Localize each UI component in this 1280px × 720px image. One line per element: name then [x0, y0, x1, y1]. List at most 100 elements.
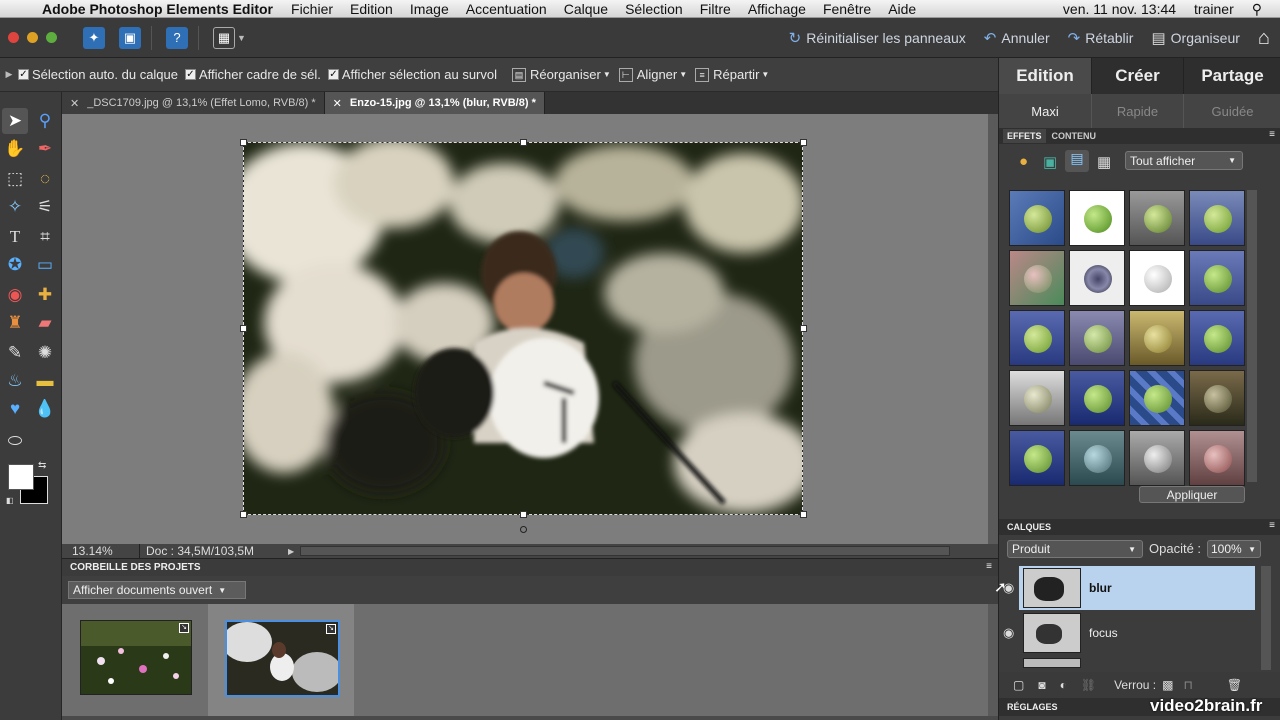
new-file-icon[interactable]: ✦: [83, 26, 105, 49]
adjustment-layer-icon[interactable]: ◙: [1038, 678, 1045, 692]
reset-panels-button[interactable]: ↻ Réinitialiser les panneaux: [789, 29, 966, 47]
effects-scrollbar[interactable]: [1247, 190, 1257, 482]
effect-thumbnail[interactable]: [1129, 250, 1185, 306]
menu-aide[interactable]: Aide: [888, 1, 916, 17]
effects-filter-dropdown[interactable]: Tout afficher ▼: [1125, 151, 1243, 170]
red-eye-tool-icon[interactable]: ◉: [2, 282, 28, 308]
layer-row-focus[interactable]: focus: [1019, 611, 1255, 655]
layout-icon[interactable]: ▦: [213, 26, 235, 49]
transform-handle[interactable]: [800, 325, 807, 332]
undo-button[interactable]: ↶ Annuler: [984, 29, 1050, 47]
sponge-tool-icon[interactable]: ⬭: [2, 428, 28, 454]
subtab-guidee[interactable]: Guidée: [1183, 94, 1280, 128]
tab-partage[interactable]: Partage: [1183, 58, 1280, 94]
effect-thumbnail[interactable]: [1069, 310, 1125, 366]
rotate-handle[interactable]: [520, 526, 527, 533]
zoom-tool-icon[interactable]: ⚲: [32, 108, 58, 134]
expand-icon[interactable]: ↘: [326, 624, 336, 634]
transform-handle[interactable]: [520, 139, 527, 146]
transform-handle[interactable]: [240, 139, 247, 146]
transform-handle[interactable]: [800, 511, 807, 518]
tab-edition[interactable]: Edition: [999, 58, 1091, 94]
lock-transparency-icon[interactable]: ▩: [1162, 678, 1173, 692]
photo-effects-icon[interactable]: ▤: [1065, 150, 1089, 172]
shape-tool-icon[interactable]: ♥: [2, 396, 28, 422]
move-tool-icon[interactable]: ➤: [2, 108, 28, 134]
close-icon[interactable]: ✕: [333, 97, 342, 110]
project-thumbnail-selected[interactable]: ↘: [225, 620, 340, 697]
apply-effect-button[interactable]: Appliquer: [1139, 486, 1245, 503]
layer-styles-icon[interactable]: ▣: [1043, 153, 1057, 171]
subtab-rapide[interactable]: Rapide: [1091, 94, 1183, 128]
effect-thumbnail[interactable]: [1069, 430, 1125, 486]
effect-thumbnail[interactable]: [1009, 250, 1065, 306]
type-tool-icon[interactable]: T: [2, 224, 28, 250]
organizer-button[interactable]: ▤ Organiseur: [1151, 29, 1239, 47]
transform-handle[interactable]: [240, 325, 247, 332]
effect-thumbnail[interactable]: [1069, 250, 1125, 306]
effect-thumbnail[interactable]: [1129, 370, 1185, 426]
canvas-horizontal-scrollbar[interactable]: [300, 546, 950, 556]
menu-fenetre[interactable]: Fenêtre: [823, 1, 871, 17]
tab-contenu[interactable]: CONTENU: [1052, 131, 1097, 141]
help-icon[interactable]: ?: [166, 26, 188, 49]
crop-tool-icon[interactable]: ⌗: [32, 224, 58, 250]
layer-thumbnail[interactable]: [1023, 658, 1081, 668]
opacity-field[interactable]: 100% ▼: [1207, 540, 1261, 558]
tab-creer[interactable]: Créer: [1091, 58, 1183, 94]
link-icon[interactable]: ⛓: [1081, 678, 1096, 692]
panel-menu-icon[interactable]: ≡: [1269, 129, 1275, 140]
effect-thumbnail[interactable]: [1129, 310, 1185, 366]
tab-enzo-15[interactable]: ✕ Enzo-15.jpg @ 13,1% (blur, RVB/8) *: [324, 92, 545, 114]
effect-thumbnail[interactable]: [1189, 190, 1245, 246]
foreground-color-swatch-top[interactable]: [8, 464, 34, 490]
tab-effets[interactable]: EFFETS: [1003, 129, 1046, 143]
panel-menu-icon[interactable]: ≡: [1269, 520, 1275, 531]
tab-dsc1709[interactable]: ✕ _DSC1709.jpg @ 13,1% (Effet Lomo, RVB/8…: [62, 92, 325, 114]
quick-selection-tool-icon[interactable]: ⚟: [32, 194, 58, 220]
eye-icon[interactable]: ◉: [1003, 625, 1014, 641]
effect-thumbnail[interactable]: [1009, 370, 1065, 426]
arrange-dropdown[interactable]: ▤ Réorganiser ▼: [512, 67, 611, 82]
window-zoom-button[interactable]: [46, 32, 57, 43]
canvas-vertical-scrollbar[interactable]: [988, 114, 998, 544]
show-highlight-checkbox[interactable]: ✓ Afficher sélection au survol: [327, 67, 497, 82]
lock-icon[interactable]: ⊓: [1183, 678, 1192, 692]
distribute-dropdown[interactable]: ≡ Répartir ▼: [695, 67, 769, 82]
app-name[interactable]: Adobe Photoshop Elements Editor: [42, 1, 273, 17]
clone-stamp-tool-icon[interactable]: ♜: [2, 310, 28, 336]
straighten-tool-icon[interactable]: ▭: [32, 252, 58, 278]
menu-edition[interactable]: Edition: [350, 1, 393, 17]
brush-tool-icon[interactable]: ✎: [2, 340, 28, 366]
effect-thumbnail[interactable]: [1189, 430, 1245, 486]
show-bounding-box-checkbox[interactable]: ✓ Afficher cadre de sél.: [185, 67, 321, 82]
swap-colors-icon[interactable]: ⇆: [38, 460, 46, 471]
effect-thumbnail[interactable]: [1009, 310, 1065, 366]
effect-thumbnail[interactable]: [1009, 430, 1065, 486]
healing-brush-tool-icon[interactable]: ✚: [32, 282, 58, 308]
menu-selection[interactable]: Sélection: [625, 1, 683, 17]
menu-filtre[interactable]: Filtre: [700, 1, 731, 17]
effect-thumbnail[interactable]: [1069, 370, 1125, 426]
zoom-readout[interactable]: 13.14%: [62, 544, 140, 558]
effect-thumbnail[interactable]: [1189, 250, 1245, 306]
effect-thumbnail[interactable]: [1129, 190, 1185, 246]
transform-handle[interactable]: [800, 139, 807, 146]
eyedropper-tool-icon[interactable]: ✒: [32, 136, 58, 162]
subtab-maxi[interactable]: Maxi: [999, 94, 1091, 128]
options-menu-icon[interactable]: ▶: [0, 69, 18, 80]
blur-tool-icon[interactable]: 💧: [32, 396, 58, 422]
menu-accentuation[interactable]: Accentuation: [466, 1, 547, 17]
menu-image[interactable]: Image: [410, 1, 449, 17]
project-bin-scrollbar[interactable]: [988, 604, 998, 716]
align-dropdown[interactable]: ⊢ Aligner ▼: [618, 67, 687, 82]
show-all-icon[interactable]: ▦: [1097, 153, 1111, 171]
cookie-cutter-tool-icon[interactable]: ✪: [2, 252, 28, 278]
transform-handle[interactable]: [240, 511, 247, 518]
marquee-tool-icon[interactable]: ⬚: [2, 166, 28, 192]
lasso-tool-icon[interactable]: ◌: [32, 166, 58, 192]
document-image[interactable]: [243, 142, 803, 515]
redo-button[interactable]: ↷ Rétablir: [1068, 29, 1134, 47]
effect-thumbnail[interactable]: [1129, 430, 1185, 486]
new-layer-icon[interactable]: ▢: [1013, 678, 1024, 692]
